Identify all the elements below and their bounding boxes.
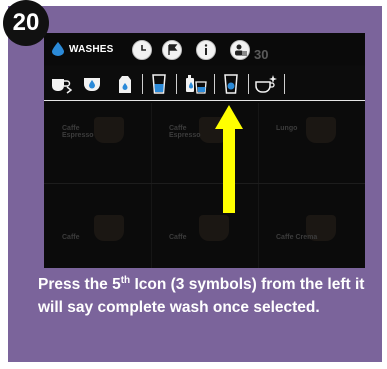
coffee-cup-image <box>306 117 336 143</box>
glass-icon[interactable] <box>148 74 170 94</box>
step-number-badge: 20 <box>3 0 49 46</box>
cup-rinse-icon[interactable] <box>50 74 72 94</box>
flag-icon[interactable] <box>162 40 182 60</box>
water-glass-icon[interactable] <box>220 74 242 94</box>
info-icon[interactable] <box>196 40 216 60</box>
water-drop-icon <box>52 42 64 56</box>
instruction-card: WASHES 30 Caffe Espresso Caffe Espresso … <box>8 6 382 362</box>
instruction-caption: Press the 5th Icon (3 symbols) from the … <box>38 273 378 319</box>
tile-label[interactable]: Caffe Espresso <box>62 125 102 139</box>
top-bar: WASHES 30 <box>44 33 365 65</box>
user-profile-icon[interactable] <box>230 40 250 60</box>
cup-wash-icon[interactable] <box>82 74 104 94</box>
grid-divider <box>151 103 152 268</box>
washes-tab-label[interactable]: WASHES <box>69 44 114 55</box>
caption-part1: Press the 5 <box>38 276 121 293</box>
coffee-cup-image <box>94 215 124 241</box>
pointer-arrow-icon <box>215 105 243 213</box>
icon-separator <box>214 74 215 94</box>
tile-label[interactable]: Caffe <box>62 234 80 241</box>
counter-value: 30 <box>254 47 269 62</box>
machine-screen: WASHES 30 Caffe Espresso Caffe Espresso … <box>44 33 365 268</box>
wash-icon-row <box>44 66 365 101</box>
icon-separator <box>284 74 285 94</box>
coffee-cup-image <box>199 215 229 241</box>
complete-wash-icon[interactable] <box>182 74 210 94</box>
tile-label[interactable]: Caffe Crema <box>276 234 317 241</box>
icon-separator <box>142 74 143 94</box>
milk-carton-icon[interactable] <box>114 74 136 94</box>
tile-label[interactable]: Lungo <box>276 125 297 132</box>
clock-icon[interactable] <box>132 40 152 60</box>
tile-label[interactable]: Caffe Espresso <box>169 125 209 139</box>
caption-superscript: th <box>120 274 131 286</box>
icon-separator <box>248 74 249 94</box>
grid-divider <box>258 103 259 268</box>
cup-sparkle-icon[interactable] <box>254 74 278 94</box>
icon-separator <box>176 74 177 94</box>
grid-divider <box>44 183 365 184</box>
drink-tiles-grid: Caffe Espresso Caffe Espresso Lungo Caff… <box>44 103 365 268</box>
tile-label[interactable]: Caffe <box>169 234 187 241</box>
